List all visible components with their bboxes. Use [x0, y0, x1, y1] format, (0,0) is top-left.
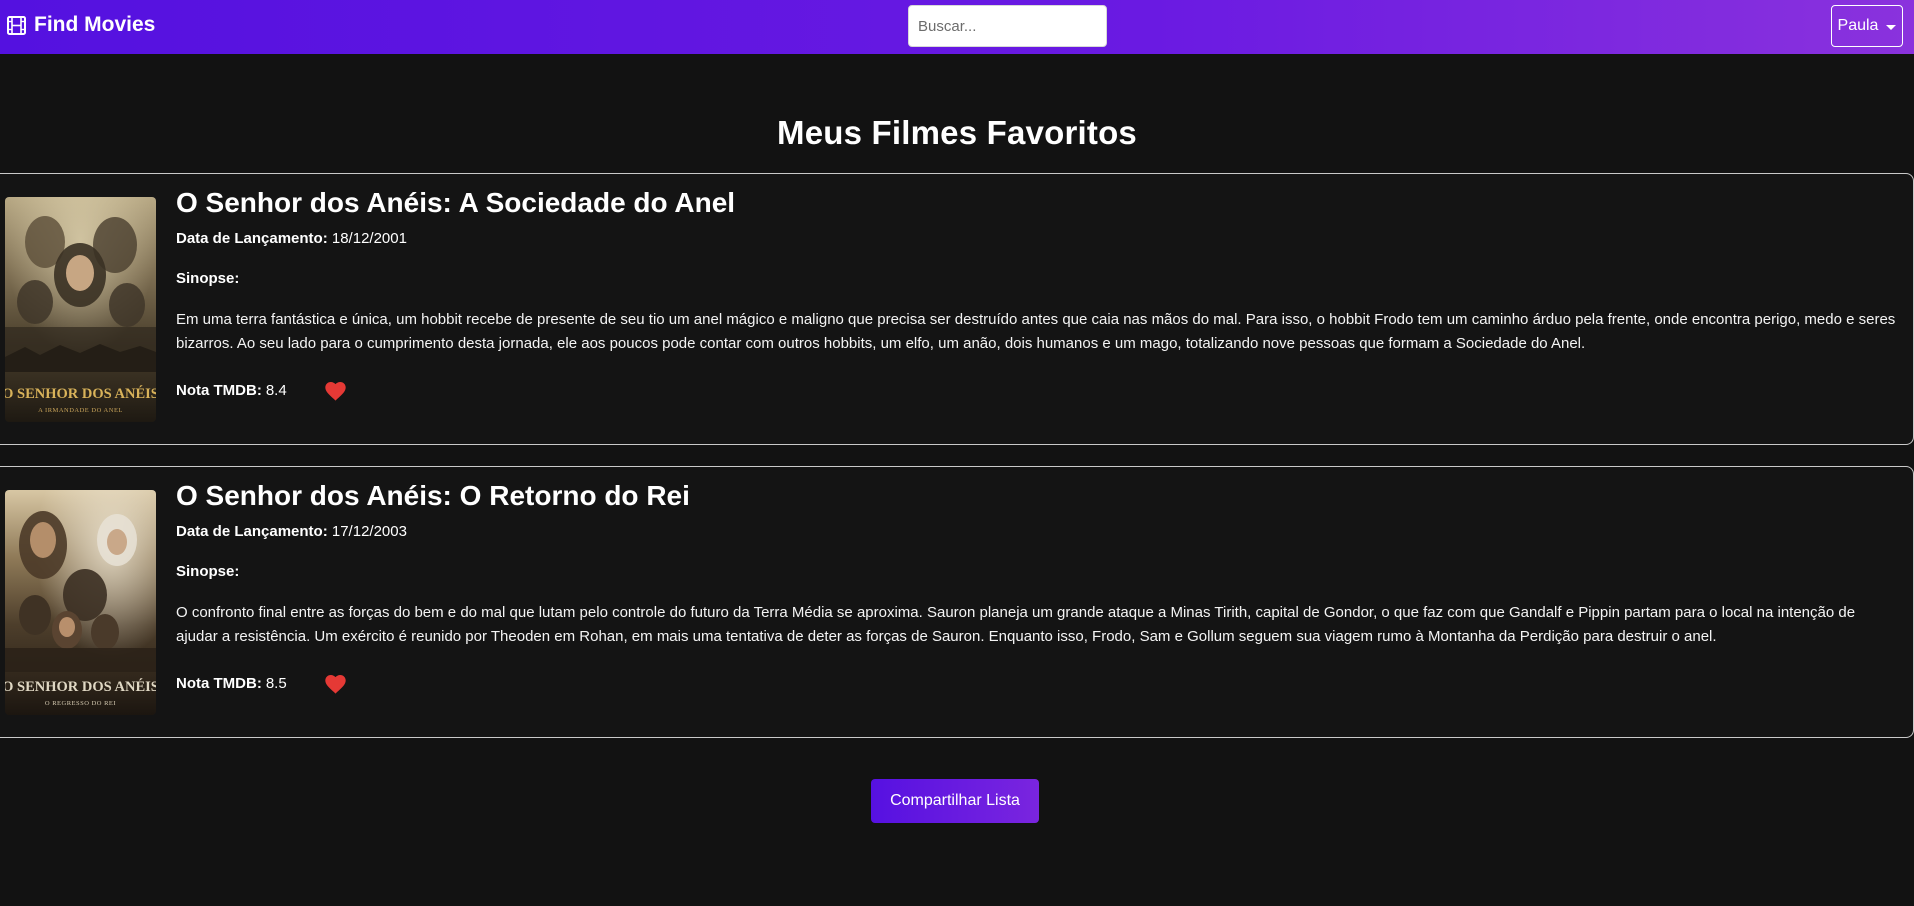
movie-poster[interactable]: O SENHOR DOS ANÉIS A IRMANDADE DO ANEL — [5, 197, 156, 422]
favorite-heart-icon[interactable] — [324, 381, 346, 401]
brand-link[interactable]: Find Movies — [7, 13, 155, 37]
page-title: Meus Filmes Favoritos — [777, 114, 1137, 151]
film-icon — [7, 15, 26, 35]
release-date-line: Data de Lançamento: 18/12/2001 — [176, 228, 1899, 250]
movie-details: O Senhor dos Anéis: A Sociedade do Anel … — [176, 184, 1899, 356]
movie-title: O Senhor dos Anéis: A Sociedade do Anel — [176, 187, 736, 218]
poster-title-text: O SENHOR DOS ANÉIS — [5, 678, 156, 695]
brand-name: Find Movies — [34, 13, 156, 36]
synopsis-text: Em uma terra fantástica e única, um hobb… — [176, 311, 1896, 352]
release-date-value: 17/12/2003 — [331, 523, 407, 540]
rating-value: 8.4 — [265, 382, 287, 399]
rating-row: Nota TMDB: 8.5 — [176, 673, 346, 695]
rating-row: Nota TMDB: 8.4 — [176, 380, 346, 402]
movie-details: O Senhor dos Anéis: O Retorno do Rei Dat… — [176, 477, 1899, 649]
search-input[interactable] — [908, 5, 1107, 47]
synopsis-label: Sinopse: — [176, 563, 240, 580]
movie-poster[interactable]: O SENHOR DOS ANÉIS O REGRESSO DO REI — [5, 490, 156, 715]
movie-title: O Senhor dos Anéis: O Retorno do Rei — [176, 480, 690, 511]
release-date-label: Data de Lançamento: — [176, 523, 328, 540]
user-name: Paula — [1837, 17, 1879, 34]
rating-label: Nota TMDB: — [176, 382, 262, 399]
synopsis-text: O confronto final entre as forças do bem… — [176, 604, 1856, 645]
release-date-line: Data de Lançamento: 17/12/2003 — [176, 521, 1899, 543]
user-menu-dropdown[interactable]: Paula — [1831, 5, 1903, 47]
rating-label: Nota TMDB: — [176, 675, 262, 692]
favorite-heart-icon[interactable] — [324, 674, 346, 694]
rating-value: 8.5 — [265, 675, 287, 692]
synopsis-label: Sinopse: — [176, 270, 240, 287]
chevron-down-icon — [1886, 24, 1897, 30]
release-date-label: Data de Lançamento: — [176, 230, 328, 247]
release-date-value: 18/12/2001 — [331, 230, 407, 247]
poster-subtitle-text: A IRMANDADE DO ANEL — [38, 407, 123, 414]
share-list-button[interactable]: Compartilhar Lista — [871, 779, 1039, 823]
movie-card: O SENHOR DOS ANÉIS A IRMANDADE DO ANEL O… — [0, 173, 1914, 445]
poster-title-text: O SENHOR DOS ANÉIS — [5, 385, 156, 402]
navbar: Find Movies Paula — [0, 0, 1914, 54]
movie-card: O SENHOR DOS ANÉIS O REGRESSO DO REI O S… — [0, 466, 1914, 738]
poster-subtitle-text: O REGRESSO DO REI — [45, 700, 116, 707]
